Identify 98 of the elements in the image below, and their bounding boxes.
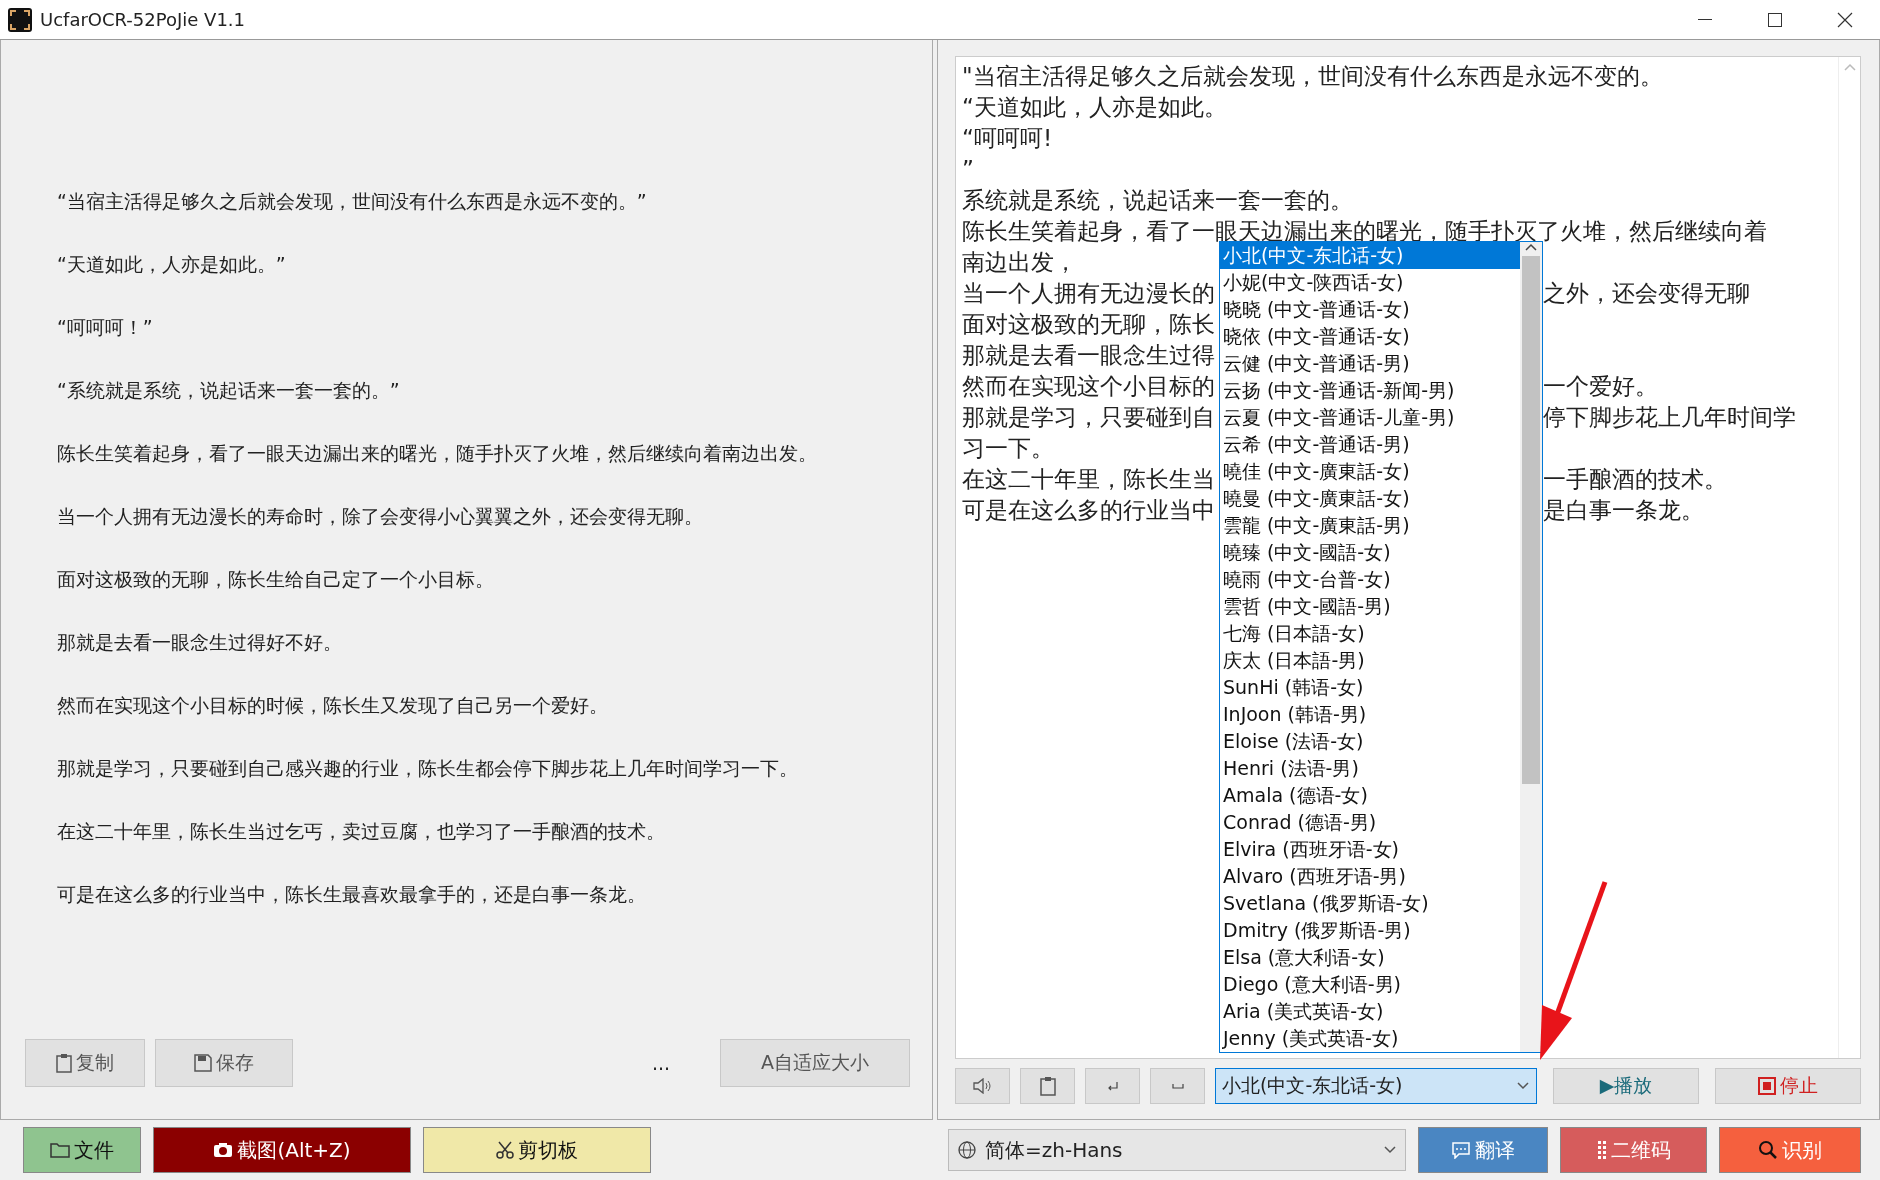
- space-icon: [1171, 1083, 1184, 1089]
- play-button[interactable]: ▶播放: [1553, 1068, 1699, 1104]
- voice-option[interactable]: 七海 (日本語-女): [1220, 620, 1520, 647]
- text-line: 南边出发，: [962, 248, 1077, 277]
- scissors-icon: [496, 1141, 514, 1159]
- voice-option[interactable]: Svetlana (俄罗斯语-女): [1220, 890, 1520, 917]
- scroll-thumb[interactable]: [1522, 256, 1540, 784]
- text-line: 当一个人拥有无边漫长的: [962, 279, 1216, 308]
- paragraph: 面对这极致的无聊，陈长生给自己定了一个小目标。: [57, 568, 495, 591]
- app-logo-icon: [8, 7, 32, 32]
- paragraph: 可是在这么多的行业当中，陈长生最喜欢最拿手的，还是白事一条龙。: [57, 883, 647, 906]
- folder-icon: [50, 1142, 70, 1158]
- paragraph: “系统就是系统，说起话来一套一套的。”: [57, 379, 401, 402]
- text-line: 那就是学习，只要碰到自: [962, 403, 1216, 432]
- toolbar-button[interactable]: 剪切板: [423, 1127, 651, 1173]
- text-line: "当宿主活得足够久之后就会发现，世间没有什么东西是永远不变的。: [962, 62, 1663, 91]
- text-line: ”: [962, 155, 974, 184]
- text-line: “天道如此，人亦是如此。: [962, 93, 1227, 122]
- speaker-icon: [972, 1078, 993, 1094]
- caret-icon: [1516, 1081, 1530, 1091]
- text-line: 之外，还会变得无聊: [1543, 279, 1750, 308]
- stop-icon: [1758, 1077, 1776, 1095]
- voice-option[interactable]: 小北(中文-东北话-女): [1220, 242, 1520, 269]
- voice-option[interactable]: 庆太 (日本語-男): [1220, 647, 1520, 674]
- voice-option[interactable]: Henri (法语-男): [1220, 755, 1520, 782]
- voice-option[interactable]: 晓晓 (中文-普通话-女): [1220, 296, 1520, 323]
- window-title: UcfarOCR-52PoJie V1.1: [40, 9, 247, 30]
- voice-option[interactable]: Elvira (西班牙语-女): [1220, 836, 1520, 863]
- search-icon: [1758, 1140, 1778, 1160]
- voice-option[interactable]: 晓依 (中文-普通话-女): [1220, 323, 1520, 350]
- paragraph: 陈长生笑着起身，看了一眼天边漏出来的曙光，随手扑灭了火堆，然后继续向着南边出发。: [57, 442, 818, 465]
- chat-icon: [1451, 1141, 1471, 1159]
- caret-icon: [1383, 1145, 1397, 1155]
- voice-option[interactable]: 云扬 (中文-普通话-新闻-男): [1220, 377, 1520, 404]
- clipboard-button[interactable]: [1020, 1068, 1075, 1104]
- text-line: 可是在这么多的行业当中: [962, 496, 1216, 525]
- clipboard-icon: [56, 1053, 72, 1073]
- text-line: 一手酿酒的技术。: [1543, 465, 1727, 494]
- text-line: 习一下。: [962, 434, 1054, 463]
- paragraph: “当宿主活得足够久之后就会发现，世间没有什么东西是永远不变的。”: [57, 190, 648, 213]
- text-line: 是白事一条龙。: [1543, 496, 1704, 525]
- stop-button[interactable]: 停止: [1715, 1068, 1861, 1104]
- language-dropdown[interactable]: 简体=zh-Hans: [948, 1129, 1406, 1171]
- save-button[interactable]: 保存: [155, 1039, 293, 1087]
- clipboard-icon: [1039, 1076, 1056, 1096]
- voice-option[interactable]: Conrad (德语-男): [1220, 809, 1520, 836]
- voice-option[interactable]: Eloise (法语-女): [1220, 728, 1520, 755]
- voice-option[interactable]: 雲龍 (中文-廣東話-男): [1220, 512, 1520, 539]
- copy-button[interactable]: 复制: [25, 1039, 145, 1087]
- voice-option[interactable]: 小妮(中文-陕西话-女): [1220, 269, 1520, 296]
- paragraph: “呵呵呵！”: [57, 316, 154, 339]
- paragraph: 然而在实现这个小目标的时候，陈长生又发现了自己另一个爱好。: [57, 694, 609, 717]
- text-line: 停下脚步花上几年时间学: [1543, 403, 1796, 432]
- voice-option[interactable]: Elsa (意大利语-女): [1220, 944, 1520, 971]
- toolbar-button[interactable]: 截图(Alt+Z): [153, 1127, 411, 1173]
- scroll-up-icon[interactable]: [1525, 242, 1537, 252]
- voice-option[interactable]: Amala (德语-女): [1220, 782, 1520, 809]
- text-line: 面对这极致的无聊，陈长: [962, 310, 1215, 339]
- toolbar-button[interactable]: 翻译: [1418, 1127, 1548, 1173]
- paragraph: 那就是去看一眼念生过得好不好。: [57, 631, 343, 654]
- autofit-button[interactable]: A自适应大小: [720, 1039, 910, 1087]
- toolbar-button[interactable]: 二维码: [1560, 1127, 1707, 1173]
- voice-option[interactable]: 曉曼 (中文-廣東話-女): [1220, 485, 1520, 512]
- minimize-icon: [1698, 18, 1712, 21]
- voice-option[interactable]: Aria (美式英语-女): [1220, 998, 1520, 1025]
- paragraph: 在这二十年里，陈长生当过乞丐，卖过豆腐，也学习了一手酿酒的技术。: [57, 820, 666, 843]
- close-icon: [1837, 11, 1853, 28]
- text-line: 系统就是系统，说起话来一套一套的。: [962, 186, 1353, 215]
- voice-option[interactable]: 曉雨 (中文-台普-女): [1220, 566, 1520, 593]
- voice-option[interactable]: 云夏 (中文-普通话-儿童-男): [1220, 404, 1520, 431]
- speaker-button[interactable]: [955, 1068, 1010, 1104]
- voice-option[interactable]: SunHi (韩语-女): [1220, 674, 1520, 701]
- voice-option[interactable]: InJoon (韩语-男): [1220, 701, 1520, 728]
- voice-option[interactable]: 曉佳 (中文-廣東話-女): [1220, 458, 1520, 485]
- text-line: 那就是去看一眼念生过得: [962, 341, 1215, 370]
- voice-option[interactable]: Jenny (美式英语-女): [1220, 1025, 1520, 1052]
- voice-option[interactable]: 云希 (中文-普通话-男): [1220, 431, 1520, 458]
- voice-option[interactable]: Diego (意大利语-男): [1220, 971, 1520, 998]
- text-line: 然而在实现这个小目标的: [962, 372, 1216, 401]
- voice-dropdown[interactable]: 小北(中文-东北话-女): [1215, 1068, 1537, 1104]
- text-line: 一个爱好。: [1543, 372, 1658, 401]
- globe-icon: [957, 1140, 977, 1160]
- ellipsis-text: ...: [651, 1052, 670, 1074]
- voice-option[interactable]: 云健 (中文-普通话-男): [1220, 350, 1520, 377]
- toolbar-button[interactable]: 文件: [23, 1127, 141, 1173]
- text-line: “呵呵呵!: [962, 124, 1053, 153]
- maximize-icon: [1768, 12, 1782, 27]
- voice-option[interactable]: Dmitry (俄罗斯语-男): [1220, 917, 1520, 944]
- voice-option[interactable]: Alvaro (西班牙语-男): [1220, 863, 1520, 890]
- voice-option[interactable]: 雲哲 (中文-國語-男): [1220, 593, 1520, 620]
- return-icon: [1106, 1081, 1119, 1091]
- paragraph: “天道如此，人亦是如此。”: [57, 253, 287, 276]
- dots-icon: [1596, 1141, 1607, 1159]
- paragraph: 当一个人拥有无边漫长的寿命时，除了会变得小心翼翼之外，还会变得无聊。: [57, 505, 704, 528]
- voice-option[interactable]: 曉臻 (中文-國語-女): [1220, 539, 1520, 566]
- camera-icon: [213, 1142, 234, 1158]
- text-line: 在这二十年里，陈长生当: [962, 465, 1216, 494]
- paragraph: 那就是学习，只要碰到自己感兴趣的行业，陈长生都会停下脚步花上几年时间学习一下。: [57, 757, 799, 780]
